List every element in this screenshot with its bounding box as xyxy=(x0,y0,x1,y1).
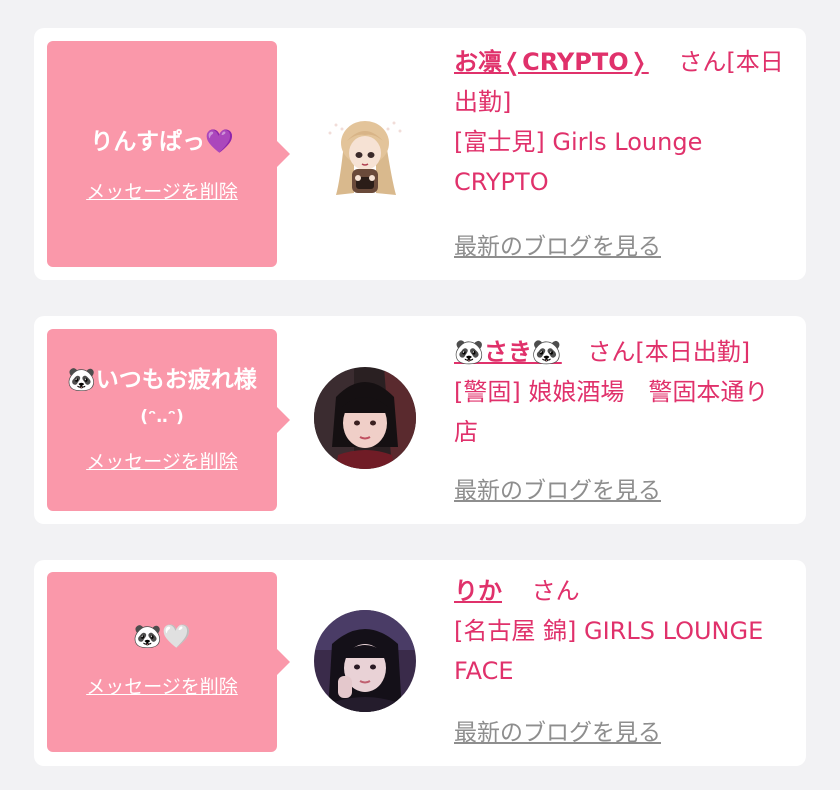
work-status: [本日出勤] xyxy=(635,338,751,366)
cast-name-link[interactable]: 🐼さき🐼 xyxy=(454,338,562,366)
cast-avatar[interactable] xyxy=(314,367,416,469)
honorific-label: さん xyxy=(531,577,580,605)
message-subtext: (ᵔ‥ᵔ) xyxy=(140,407,184,427)
honorific-label: さん xyxy=(587,338,636,366)
honorific-label: さん xyxy=(678,48,727,76)
cast-avatar[interactable] xyxy=(314,610,416,712)
delete-message-link[interactable]: メッセージを削除 xyxy=(47,674,277,700)
message-bubble: 🐼🤍 メッセージを削除 xyxy=(47,572,290,752)
cast-info: りか さん [名古屋 錦] GIRLS LOUNGE FACE xyxy=(454,571,792,691)
profile-photo-icon xyxy=(314,367,416,469)
cast-avatar[interactable] xyxy=(314,103,416,205)
cast-name-link[interactable]: りか xyxy=(454,577,502,605)
cast-info: 🐼さき🐼 さん[本日出勤] [警固] 娘娘酒場 警固本通り店 xyxy=(454,332,792,452)
delete-message-link[interactable]: メッセージを削除 xyxy=(47,179,277,205)
cast-info: お凛❬CRYPTO❭ さん[本日出勤] [富士見] Girls Lounge C… xyxy=(454,42,792,202)
shop-name: [名古屋 錦] GIRLS LOUNGE FACE xyxy=(454,617,764,685)
profile-photo-icon xyxy=(314,610,416,712)
message-bubble: 🐼いつもお疲れ様 (ᵔ‥ᵔ) メッセージを削除 xyxy=(47,329,290,511)
delete-message-link[interactable]: メッセージを削除 xyxy=(47,449,277,475)
shop-name: [富士見] Girls Lounge CRYPTO xyxy=(454,128,703,196)
latest-blog-link[interactable]: 最新のブログを見る xyxy=(454,476,661,506)
shop-name: [警固] 娘娘酒場 警固本通り店 xyxy=(454,378,769,446)
message-bubble: りんすぱっ💜 メッセージを削除 xyxy=(47,41,290,267)
latest-blog-link[interactable]: 最新のブログを見る xyxy=(454,232,661,262)
cast-name-link[interactable]: お凛❬CRYPTO❭ xyxy=(454,48,649,76)
message-card: 🐼いつもお疲れ様 (ᵔ‥ᵔ) メッセージを削除 🐼さき🐼 さん[本日出勤] [警… xyxy=(34,316,806,524)
latest-blog-link[interactable]: 最新のブログを見る xyxy=(454,718,661,748)
message-list: りんすぱっ💜 メッセージを削除 お凛❬CRYPTO❭ さん[本日出勤] [富士見… xyxy=(0,0,840,790)
message-text: 🐼いつもお疲れ様 xyxy=(67,367,257,393)
message-card: 🐼🤍 メッセージを削除 りか さん [名古屋 錦] GIRLS LOUNGE F… xyxy=(34,560,806,766)
message-card: りんすぱっ💜 メッセージを削除 お凛❬CRYPTO❭ さん[本日出勤] [富士見… xyxy=(34,28,806,280)
message-text: りんすぱっ💜 xyxy=(90,129,234,155)
message-text: 🐼🤍 xyxy=(133,624,191,650)
anime-girl-avatar-icon xyxy=(328,121,402,195)
